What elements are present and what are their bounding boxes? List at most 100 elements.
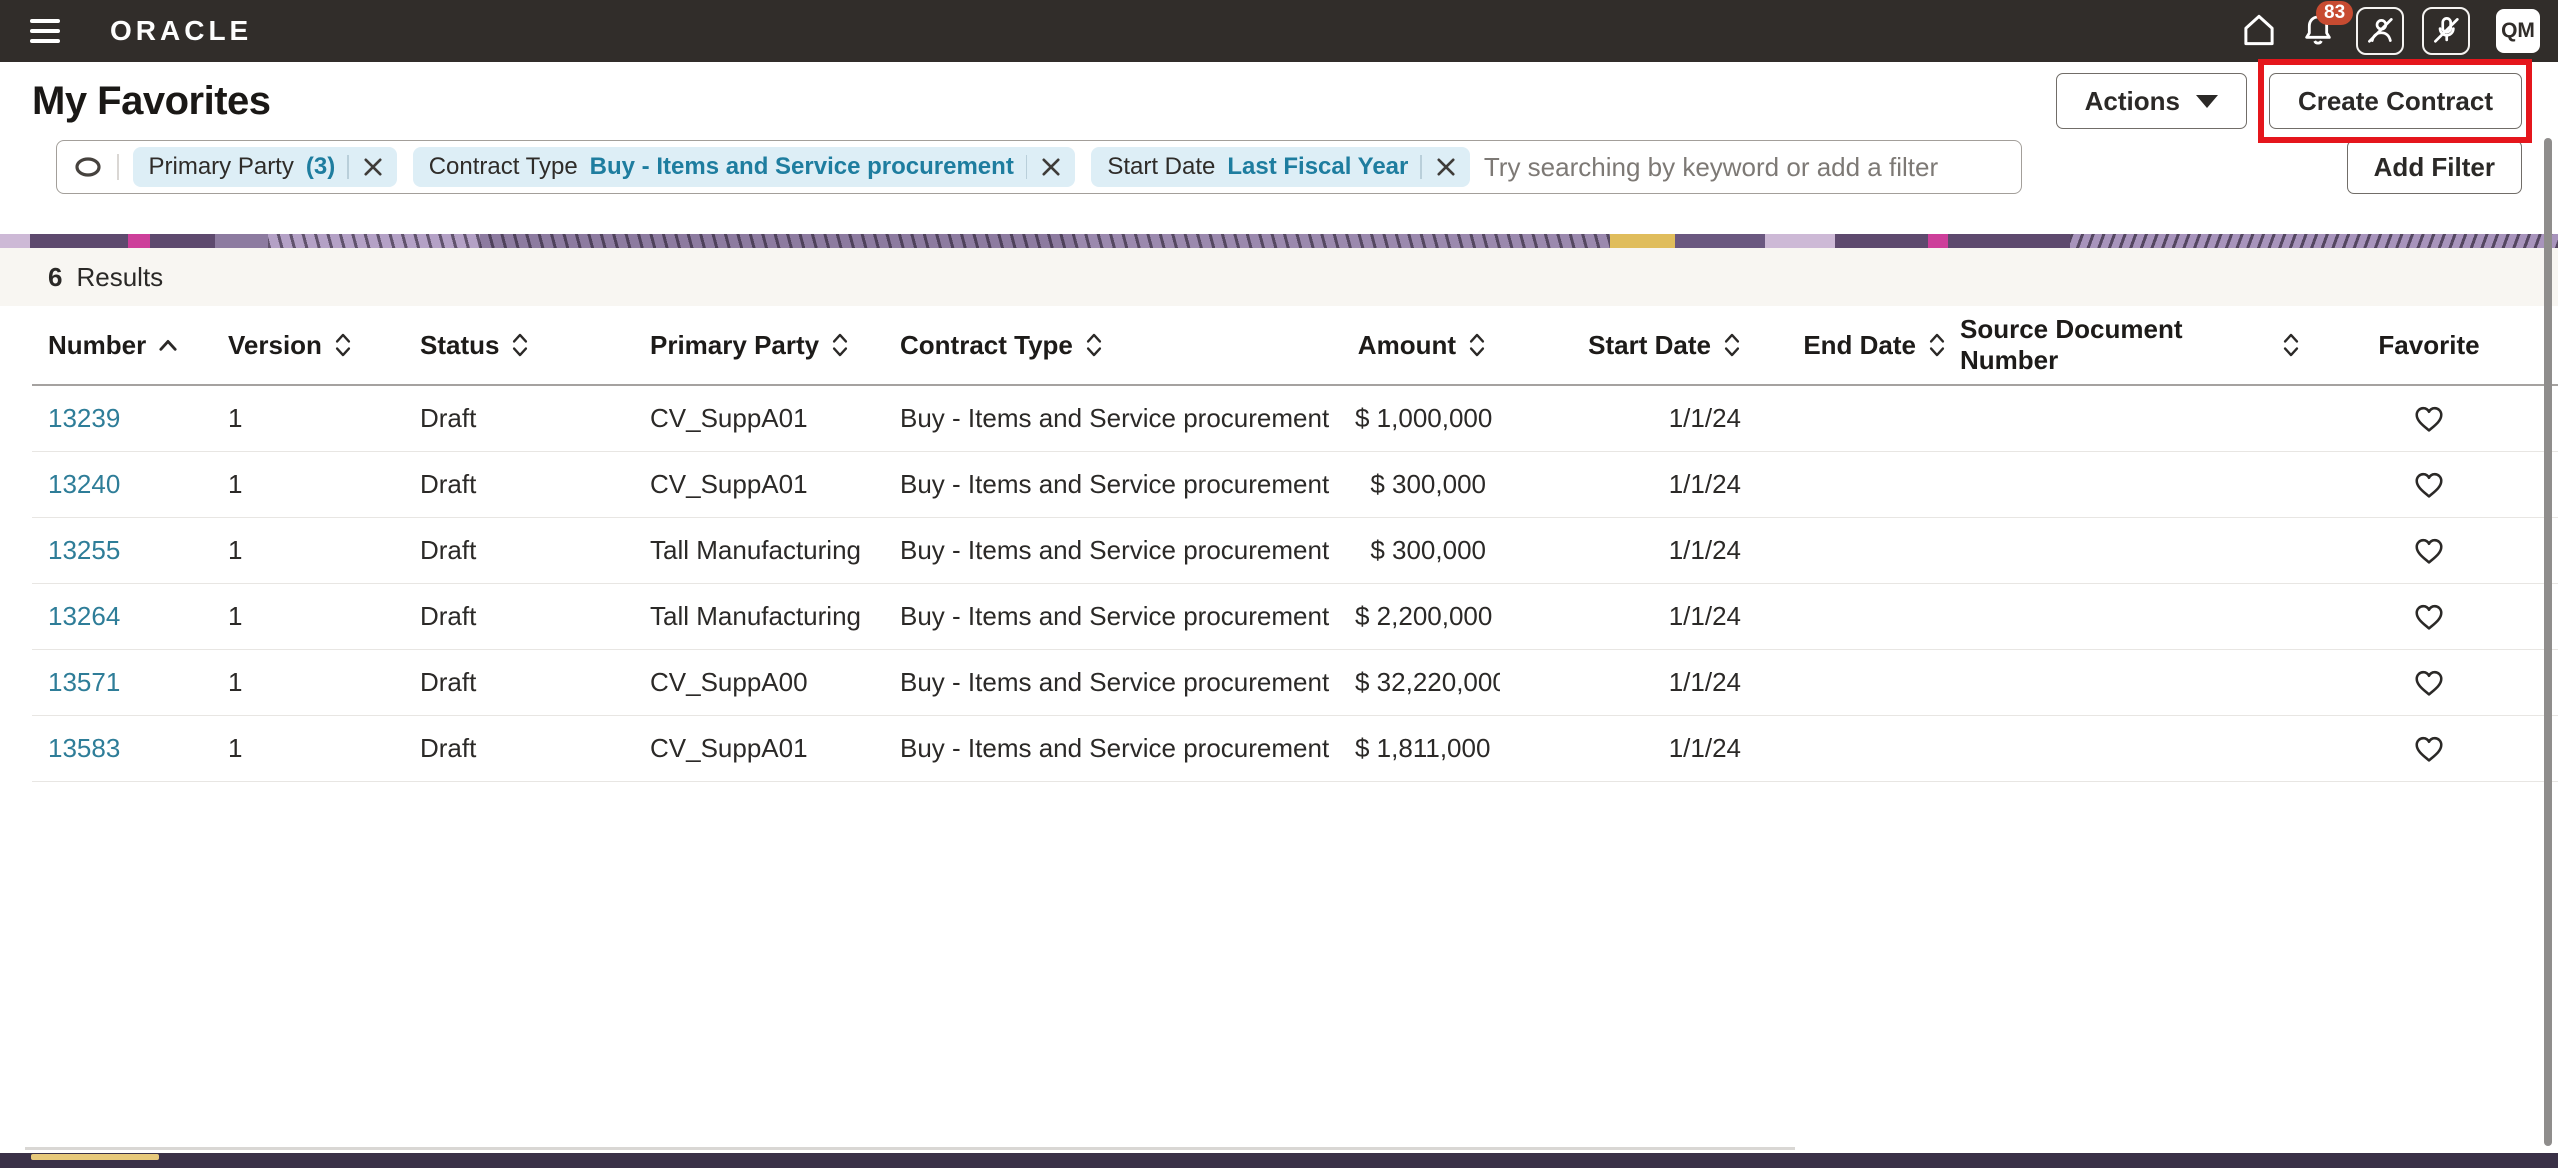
cell-primary-party: Tall Manufacturing bbox=[634, 535, 884, 566]
filter-chips: Primary Party (3) Contract Type Buy - Items… bbox=[133, 147, 1470, 187]
decorative-banner bbox=[0, 234, 2558, 248]
header-buttons: Actions Create Contract bbox=[2056, 73, 2522, 129]
filter-chip-value: (3) bbox=[306, 153, 335, 181]
filter-chip-remove-icon[interactable] bbox=[361, 155, 385, 179]
page-title: My Favorites bbox=[32, 79, 271, 124]
horizontal-scroll-thumb[interactable] bbox=[31, 1154, 159, 1160]
create-contract-wrap: Create Contract bbox=[2269, 73, 2522, 129]
cell-contract-type: Buy - Items and Service procurement bbox=[884, 469, 1355, 500]
saved-search-icon[interactable] bbox=[73, 155, 103, 179]
cell-status: Draft bbox=[404, 601, 634, 632]
notifications-button[interactable]: 83 bbox=[2298, 9, 2338, 54]
filter-chip-remove-icon[interactable] bbox=[1434, 155, 1458, 179]
filter-chip-value: Buy - Items and Service procurement bbox=[590, 153, 1014, 181]
column-header-label: End Date bbox=[1803, 330, 1916, 361]
favorite-toggle-button[interactable] bbox=[2300, 404, 2558, 434]
column-header-version[interactable]: Version bbox=[212, 330, 404, 361]
column-header-favorite[interactable]: Favorite bbox=[2300, 330, 2558, 361]
cell-primary-party: CV_SuppA00 bbox=[634, 667, 884, 698]
favorite-toggle-button[interactable] bbox=[2300, 602, 2558, 632]
cell-version: 1 bbox=[212, 469, 404, 500]
favorite-heart-icon bbox=[2413, 470, 2445, 500]
agent-disabled-button[interactable] bbox=[2356, 7, 2404, 55]
cell-status: Draft bbox=[404, 403, 634, 434]
cell-primary-party: CV_SuppA01 bbox=[634, 469, 884, 500]
add-filter-button[interactable]: Add Filter bbox=[2347, 140, 2522, 194]
column-header-label: Primary Party bbox=[650, 330, 819, 361]
favorite-toggle-button[interactable] bbox=[2300, 734, 2558, 764]
cell-version: 1 bbox=[212, 535, 404, 566]
table-row: 13240 1DraftCV_SuppA01Buy - Items and Ser… bbox=[32, 452, 2558, 518]
filter-chip-start-date[interactable]: Start DateLast Fiscal Year bbox=[1091, 147, 1470, 187]
contract-number-link[interactable]: 13239 bbox=[48, 403, 120, 433]
actions-button[interactable]: Actions bbox=[2056, 73, 2247, 129]
cell-status: Draft bbox=[404, 733, 634, 764]
table-row: 135711DraftCV_SuppA00Buy - Items and Ser… bbox=[32, 650, 2558, 716]
filter-chip-label: Contract Type bbox=[429, 153, 578, 181]
filter-chip-label: Start Date bbox=[1107, 153, 1215, 181]
cell-version: 1 bbox=[212, 403, 404, 434]
cell-start-date: 1/1/24 bbox=[1500, 535, 1755, 566]
results-band: 6 Results bbox=[0, 248, 2558, 306]
results-count: 6 bbox=[48, 262, 62, 293]
divider bbox=[347, 155, 349, 179]
contract-number-link[interactable]: 13571 bbox=[48, 667, 120, 697]
cell-status: Draft bbox=[404, 535, 634, 566]
column-header-number[interactable]: Number bbox=[32, 330, 212, 361]
cell-version: 1 bbox=[212, 667, 404, 698]
favorite-toggle-button[interactable] bbox=[2300, 470, 2558, 500]
contract-number-link[interactable]: 13264 bbox=[48, 601, 120, 631]
column-header-start-date[interactable]: Start Date bbox=[1500, 330, 1755, 361]
table-row: 135831DraftCV_SuppA01Buy - Items and Ser… bbox=[32, 716, 2558, 782]
filter-chip-remove-icon[interactable] bbox=[1039, 155, 1063, 179]
favorite-heart-icon bbox=[2413, 668, 2445, 698]
cell-status: Draft bbox=[404, 469, 634, 500]
topbar-actions: 83 QM bbox=[2238, 7, 2540, 55]
filter-chip-contract-type[interactable]: Contract Type Buy - Items and Service pro… bbox=[413, 147, 1076, 187]
cell-amount: $ 1,811,000 bbox=[1355, 733, 1500, 764]
vertical-scrollbar[interactable] bbox=[2544, 138, 2552, 1146]
column-header-primary-party[interactable]: Primary Party bbox=[634, 330, 884, 361]
column-header-label: Favorite bbox=[2378, 330, 2479, 361]
mic-disabled-button[interactable] bbox=[2422, 7, 2470, 55]
cell-start-date: 1/1/24 bbox=[1500, 733, 1755, 764]
search-input[interactable] bbox=[1484, 152, 2005, 183]
divider bbox=[1420, 155, 1422, 179]
favorite-heart-icon bbox=[2413, 404, 2445, 434]
cell-contract-type: Buy - Items and Service procurement bbox=[884, 535, 1355, 566]
column-header-end-date[interactable]: End Date bbox=[1755, 330, 1960, 361]
cell-favorite bbox=[2300, 470, 2558, 500]
user-avatar[interactable]: QM bbox=[2496, 9, 2540, 53]
contract-number-link[interactable]: 13583 bbox=[48, 733, 120, 763]
home-button[interactable] bbox=[2238, 9, 2280, 54]
filter-chip-label: Primary Party bbox=[149, 153, 294, 181]
cell-version: 1 bbox=[212, 601, 404, 632]
cell-amount: $ 300,000 bbox=[1355, 535, 1500, 566]
favorite-heart-icon bbox=[2413, 734, 2445, 764]
cell-favorite bbox=[2300, 668, 2558, 698]
favorite-toggle-button[interactable] bbox=[2300, 668, 2558, 698]
favorite-heart-icon bbox=[2413, 536, 2445, 566]
cell-primary-party: CV_SuppA01 bbox=[634, 733, 884, 764]
column-header-source-document-number[interactable]: Source Document Number bbox=[1960, 314, 2300, 376]
home-icon bbox=[2238, 9, 2280, 54]
create-contract-button[interactable]: Create Contract bbox=[2269, 73, 2522, 129]
oracle-logo: ORACLE bbox=[110, 15, 252, 47]
contract-number-link[interactable]: 13240 bbox=[48, 469, 120, 499]
cell-number: 13264 bbox=[32, 601, 212, 632]
table-row: 13255 1DraftTall ManufacturingBuy - Items… bbox=[32, 518, 2558, 584]
column-header-contract-type[interactable]: Contract Type bbox=[884, 330, 1355, 361]
cell-number: 13239 bbox=[32, 403, 212, 434]
filter-chip-primary-party[interactable]: Primary Party (3) bbox=[133, 147, 397, 187]
actions-button-label: Actions bbox=[2085, 86, 2180, 117]
hamburger-menu-icon[interactable] bbox=[30, 16, 64, 46]
cell-amount: $ 32,220,000 bbox=[1355, 667, 1500, 698]
column-header-amount[interactable]: Amount bbox=[1355, 330, 1500, 361]
column-header-status[interactable]: Status bbox=[404, 330, 634, 361]
cell-favorite bbox=[2300, 734, 2558, 764]
contract-number-link[interactable]: 13255 bbox=[48, 535, 120, 565]
favorite-toggle-button[interactable] bbox=[2300, 536, 2558, 566]
divider bbox=[1026, 155, 1028, 179]
cell-favorite bbox=[2300, 602, 2558, 632]
contracts-table: NumberVersionStatus Primary Party Contract… bbox=[32, 306, 2558, 782]
